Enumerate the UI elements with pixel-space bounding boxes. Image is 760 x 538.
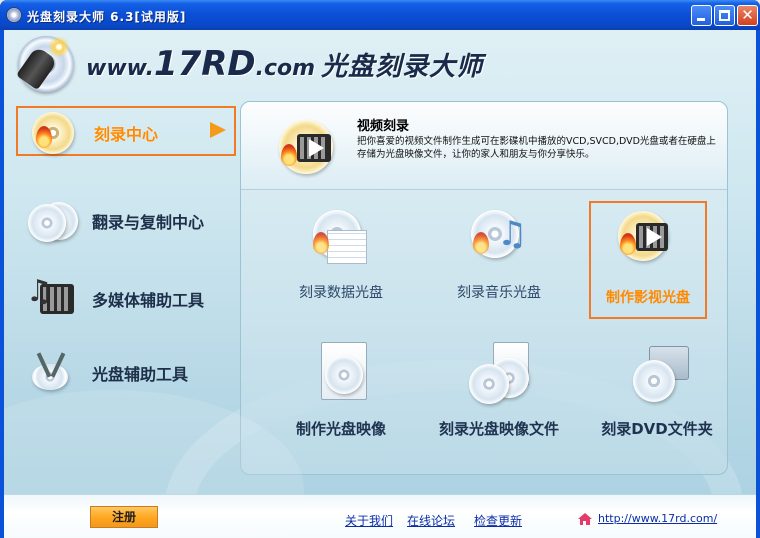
title-bar[interactable]: 光盘刻录大师 6.3[试用版] ✕ [0, 0, 760, 30]
panel-header: 视频刻录 把你喜爱的视频文件制作生成可在影碟机中播放的VCD,SVCD,DVD光… [241, 102, 727, 190]
tool-label: 刻录数据光盘 [299, 285, 383, 301]
close-icon: ✕ [741, 6, 754, 24]
panel-title: 视频刻录 [357, 119, 410, 134]
sidebar-item-rip-copy-center[interactable]: 翻录与复制中心 [16, 196, 236, 246]
brand-chinese-name: 光盘刻录大师 [321, 52, 484, 82]
main-panel: 视频刻录 把你喜爱的视频文件制作生成可在影碟机中播放的VCD,SVCD,DVD光… [240, 101, 728, 475]
sidebar-item-burn-center[interactable]: 刻录中心 [16, 106, 236, 156]
logo-sparkle-icon [48, 36, 70, 58]
tool-label: 制作影视光盘 [606, 290, 690, 306]
data-disc-icon [307, 206, 375, 270]
sidebar-item-label: 多媒体辅助工具 [92, 291, 205, 310]
video-disc-icon [614, 207, 682, 271]
panel-description: 把你喜爱的视频文件制作生成可在影碟机中播放的VCD,SVCD,DVD光盘或者在硬… [357, 136, 716, 160]
brand-number: 17RD [153, 44, 256, 84]
website-link[interactable]: http://www.17rd.com/ [598, 512, 717, 525]
close-button[interactable]: ✕ [737, 5, 758, 26]
home-icon [578, 513, 592, 525]
client-area: www.17RD.com 光盘刻录大师 刻录中心 翻录与复制中心 ♫ 多媒体辅助工… [4, 30, 756, 538]
brand-title: www.17RD.com 光盘刻录大师 [86, 44, 483, 84]
tool-burn-dvd-folder[interactable]: 刻录DVD文件夹 [587, 338, 727, 448]
minimize-button[interactable] [691, 5, 712, 26]
disc-image-icon [307, 342, 375, 406]
tool-burn-music-disc[interactable]: ♫ 刻录音乐光盘 [429, 202, 569, 312]
brand-com: .com [255, 56, 316, 81]
tool-label: 制作光盘映像 [295, 420, 386, 438]
minimize-icon [697, 18, 705, 21]
tool-make-video-disc[interactable]: 制作影视光盘 [589, 201, 707, 319]
register-button[interactable]: 注册 [90, 506, 158, 528]
window-title: 光盘刻录大师 6.3[试用版] [27, 10, 187, 24]
video-burn-icon [279, 120, 337, 176]
sidebar-item-label: 刻录中心 [94, 125, 159, 144]
burn-disc-icon [28, 112, 78, 154]
app-disc-icon [6, 7, 22, 23]
copy-discs-icon [26, 200, 78, 242]
check-update-link[interactable]: 检查更新 [474, 512, 522, 529]
music-disc-icon: ♫ [465, 206, 533, 270]
tool-make-disc-image[interactable]: 制作光盘映像 [271, 338, 411, 448]
brand-www: www. [86, 56, 154, 81]
online-forum-link[interactable]: 在线论坛 [407, 512, 455, 529]
tool-label: 刻录DVD文件夹 [601, 420, 713, 438]
about-us-link[interactable]: 关于我们 [345, 512, 393, 529]
tool-label: 刻录音乐光盘 [457, 285, 541, 301]
dvd-folder-icon [623, 342, 691, 406]
sidebar-item-multimedia-tools[interactable]: ♫ 多媒体辅助工具 [16, 274, 236, 324]
tool-burn-image-file[interactable]: 刻录光盘映像文件 [429, 338, 569, 448]
maximize-button[interactable] [714, 5, 735, 26]
burn-image-file-icon [465, 342, 533, 406]
arrow-right-icon [210, 122, 226, 138]
tool-label: 刻录光盘映像文件 [438, 420, 559, 438]
sidebar-item-label: 光盘辅助工具 [92, 365, 189, 384]
tool-burn-data-disc[interactable]: 刻录数据光盘 [271, 202, 411, 312]
footer-bar: 注册 关于我们 在线论坛 检查更新 http://www.17rd.com/ [4, 494, 756, 538]
sidebar-item-label: 翻录与复制中心 [92, 213, 205, 232]
sidebar-item-disc-tools[interactable]: 光盘辅助工具 [16, 348, 236, 398]
maximize-icon [719, 10, 730, 21]
multimedia-icon: ♫ [26, 274, 76, 318]
disc-tools-icon [26, 352, 76, 392]
app-window: 光盘刻录大师 6.3[试用版] ✕ www.17RD.com 光盘刻录大师 刻录中… [0, 0, 760, 538]
